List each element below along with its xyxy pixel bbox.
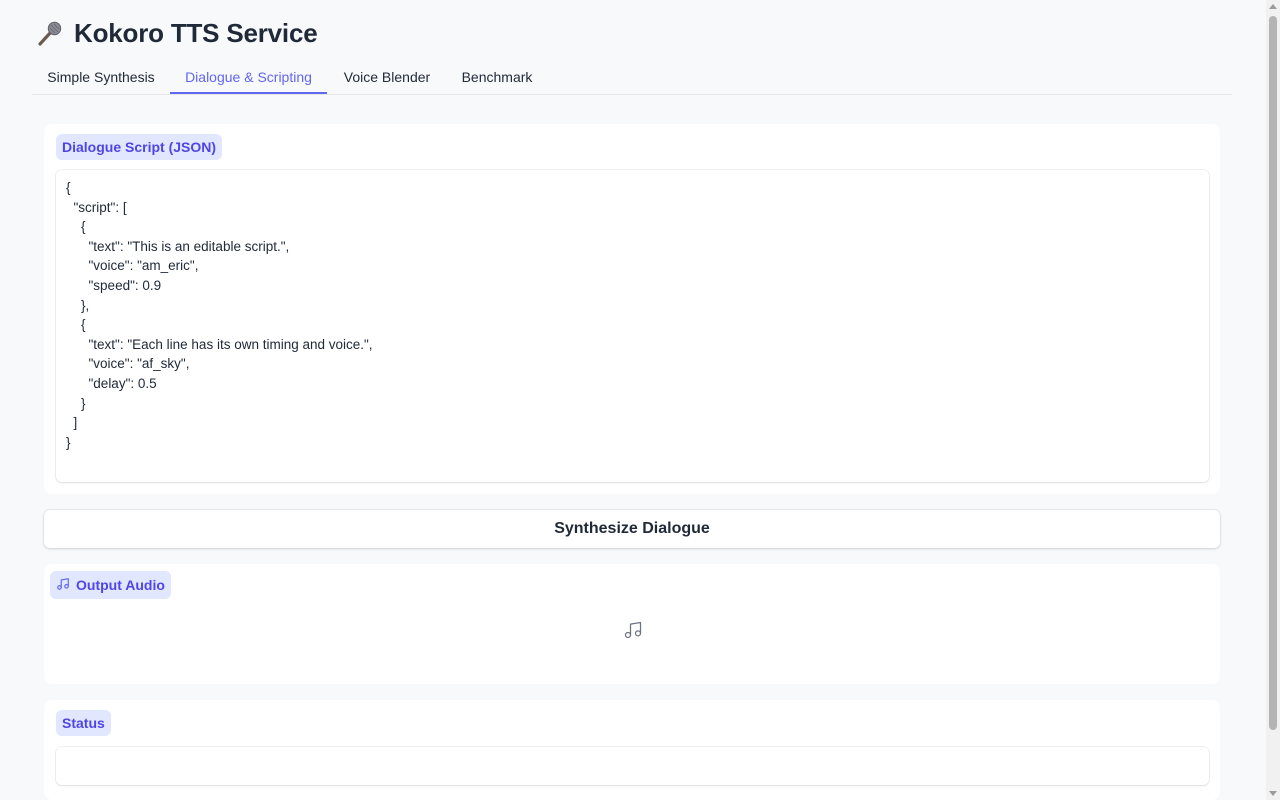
scrollbar-thumb[interactable] [1269, 16, 1277, 730]
synthesize-dialogue-button[interactable]: Synthesize Dialogue [44, 510, 1220, 548]
dialogue-script-editor[interactable]: { "script": [ { "text": "This is an edit… [56, 170, 1209, 482]
tab-voice-blender[interactable]: Voice Blender [335, 60, 439, 93]
output-audio-label: Output Audio [50, 571, 171, 599]
dialogue-script-label: Dialogue Script (JSON) [56, 134, 223, 160]
tab-benchmark[interactable]: Benchmark [453, 60, 541, 93]
page-scrollbar[interactable] [1266, 0, 1280, 800]
header: Kokoro TTS Service [36, 16, 318, 50]
app-root: Kokoro TTS Service Simple Synthesis Dial… [0, 0, 1266, 800]
scroll-up-arrow-icon[interactable] [1269, 4, 1277, 9]
tab-simple-synthesis[interactable]: Simple Synthesis [32, 60, 170, 93]
music-note-icon [56, 577, 70, 594]
tab-dialogue-scripting[interactable]: Dialogue & Scripting [170, 60, 327, 94]
status-output [56, 747, 1209, 785]
tab-bar: Simple Synthesis Dialogue & Scripting Vo… [32, 60, 1232, 95]
scroll-down-arrow-icon[interactable] [1269, 791, 1277, 796]
microphone-icon [36, 19, 64, 47]
page-title: Kokoro TTS Service [74, 17, 318, 48]
status-label: Status [56, 710, 111, 736]
output-audio-label-text: Output Audio [76, 577, 165, 593]
music-note-icon [623, 620, 643, 640]
